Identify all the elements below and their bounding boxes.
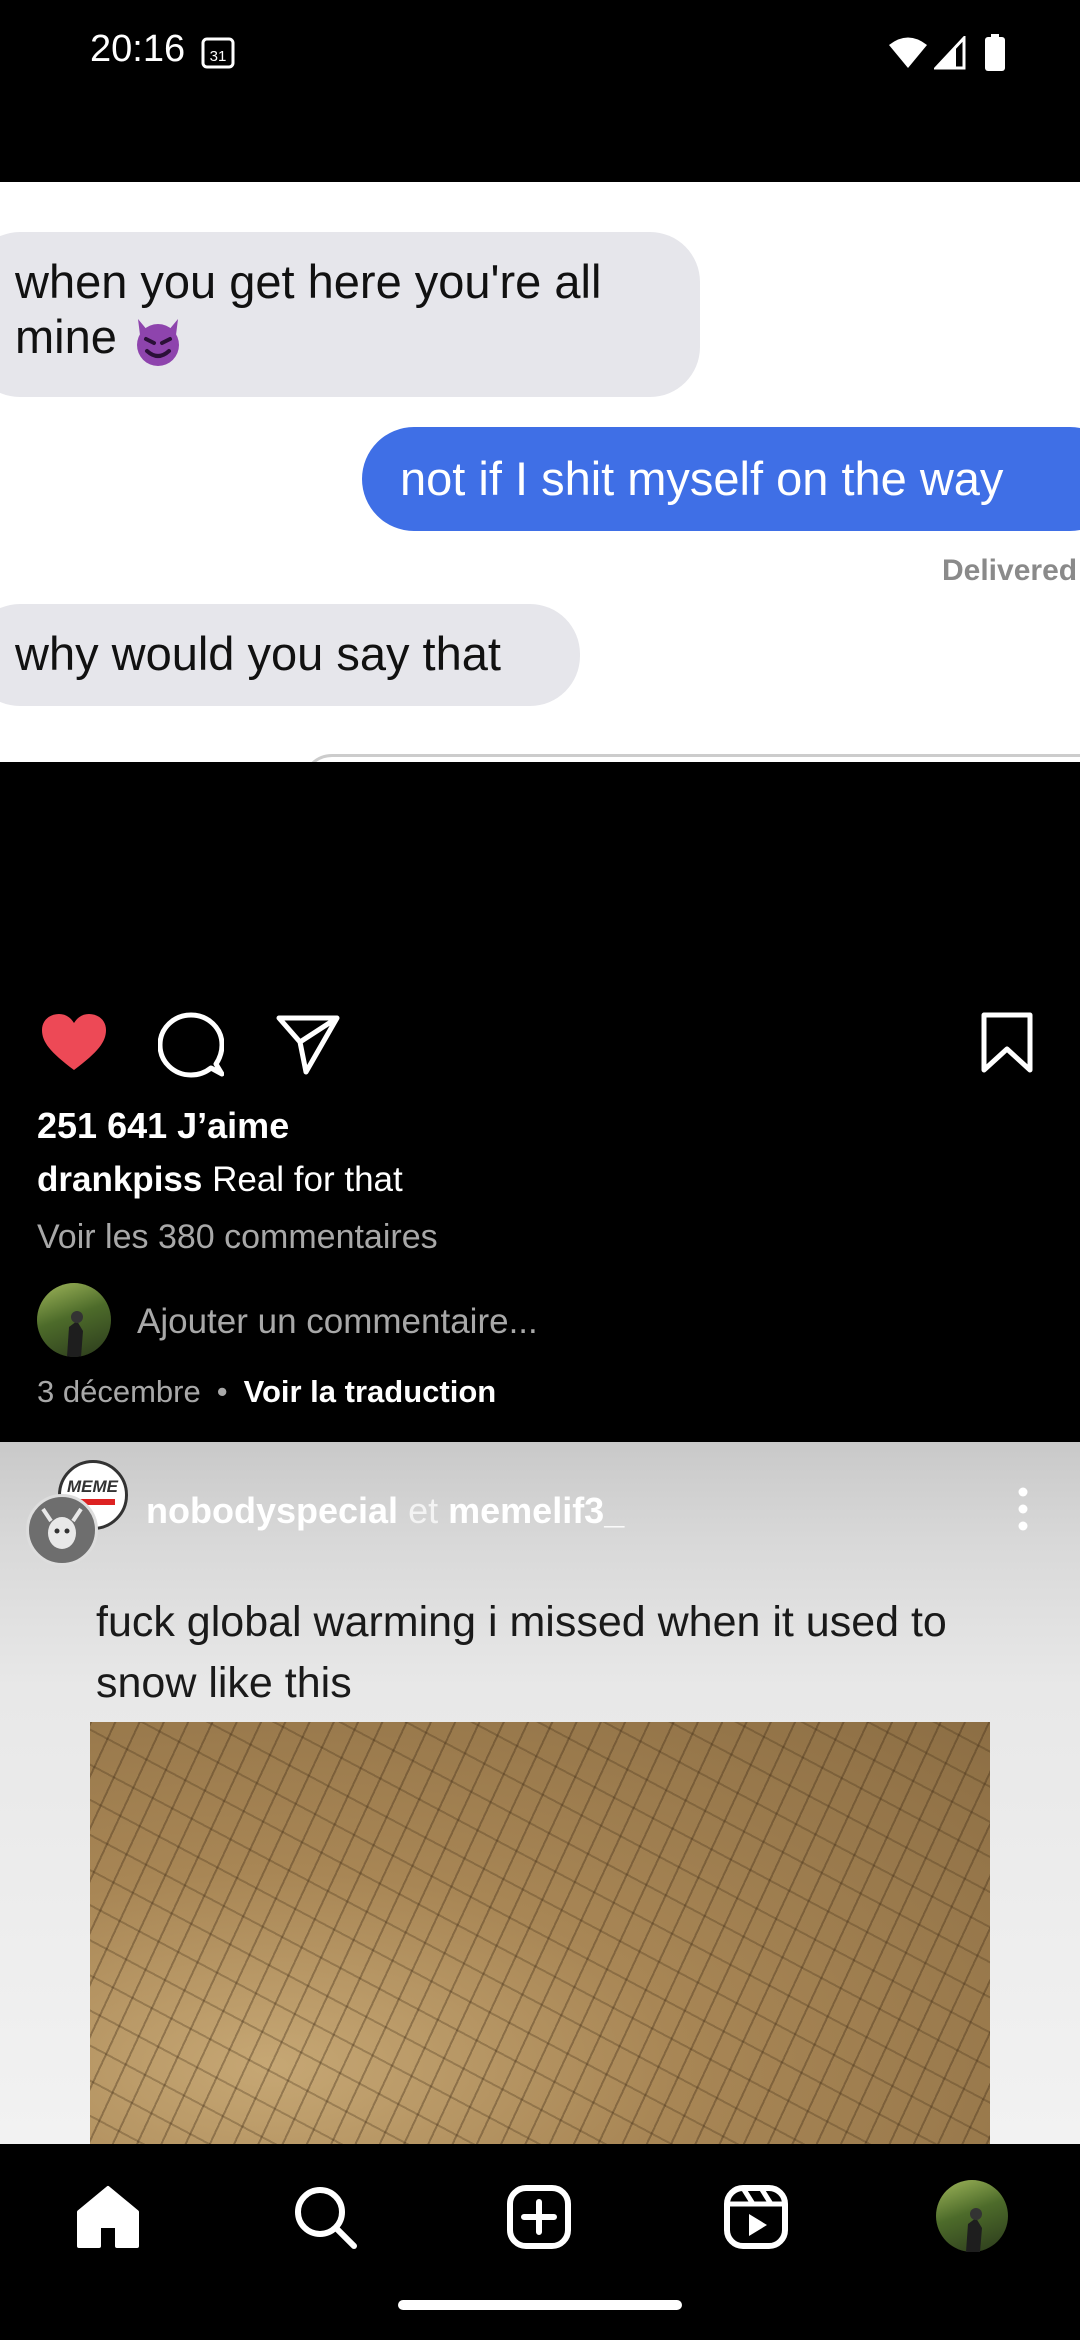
avatar-image [966,2208,982,2252]
likes-count[interactable]: 251 641 J’aime [37,1105,289,1147]
share-paper-plane-icon[interactable] [276,1012,340,1076]
my-avatar [37,1283,111,1357]
signal-icon [934,36,966,70]
see-translation-link[interactable]: Voir la traduction [244,1374,497,1409]
delivered-status: Delivered [942,554,1078,587]
bottom-navigation [0,2144,1080,2340]
post-caption: drankpiss Real for that [37,1160,403,1200]
post-media[interactable]: when you get here you're all mine not if… [0,182,1080,762]
smiling-devil-emoji-icon [136,318,179,366]
calendar-day: 31 [210,48,227,65]
home-icon[interactable] [73,2182,143,2252]
message-text: why would you say that [15,627,501,680]
home-indicator[interactable] [398,2300,682,2310]
separator: • [216,1374,228,1409]
avatar-label: MEME [67,1477,118,1496]
view-comments-link[interactable]: Voir les 380 commentaires [37,1218,438,1257]
battery-icon [985,34,1005,71]
message-bubble-partial [302,754,1080,762]
like-heart-icon[interactable] [40,1012,108,1074]
post-image-snow-branches[interactable] [90,1722,990,2144]
reels-icon[interactable] [721,2182,791,2252]
profile-avatar[interactable] [936,2180,1008,2252]
author-username[interactable]: nobodyspecial [146,1490,398,1531]
post-text: fuck global warming i missed when it use… [96,1598,947,1707]
post-date: 3 décembre [37,1374,201,1409]
more-options-icon[interactable] [1008,1484,1038,1534]
search-icon[interactable] [290,2182,360,2252]
author-username[interactable]: memelif3_ [448,1490,624,1531]
status-time: 20:16 [90,28,186,70]
author-conjunction: et [408,1490,439,1531]
post-meta: 3 décembre • Voir la traduction [37,1374,496,1410]
message-bubble-sent: not if I shit myself on the way [362,427,1080,531]
bookmark-icon[interactable] [980,1012,1034,1074]
calendar-icon: 31 [201,37,235,69]
status-bar: 20:16 31 [0,0,1080,108]
post-authors[interactable]: nobodyspecial et memelif3_ [146,1490,624,1532]
goat-icon [41,1507,83,1549]
comment-icon[interactable] [158,1012,224,1078]
collab-avatar-nobodyspecial[interactable] [26,1494,98,1566]
caption-text: Real for that [212,1160,403,1199]
wifi-icon [889,37,927,68]
message-bubble-received: why would you say that [0,604,580,706]
create-post-icon[interactable] [504,2182,574,2252]
avatar-image [67,1311,83,1357]
post-2: MEME nobodyspecial et memelif3_ fuck glo… [0,1442,1080,2144]
message-bubble-received: when you get here you're all mine [0,232,700,397]
message-text: when you get here you're all mine [15,255,602,363]
post-username[interactable]: drankpiss [37,1160,202,1199]
add-comment-input[interactable]: Ajouter un commentaire... [137,1302,538,1342]
message-text: not if I shit myself on the way [400,452,1004,505]
